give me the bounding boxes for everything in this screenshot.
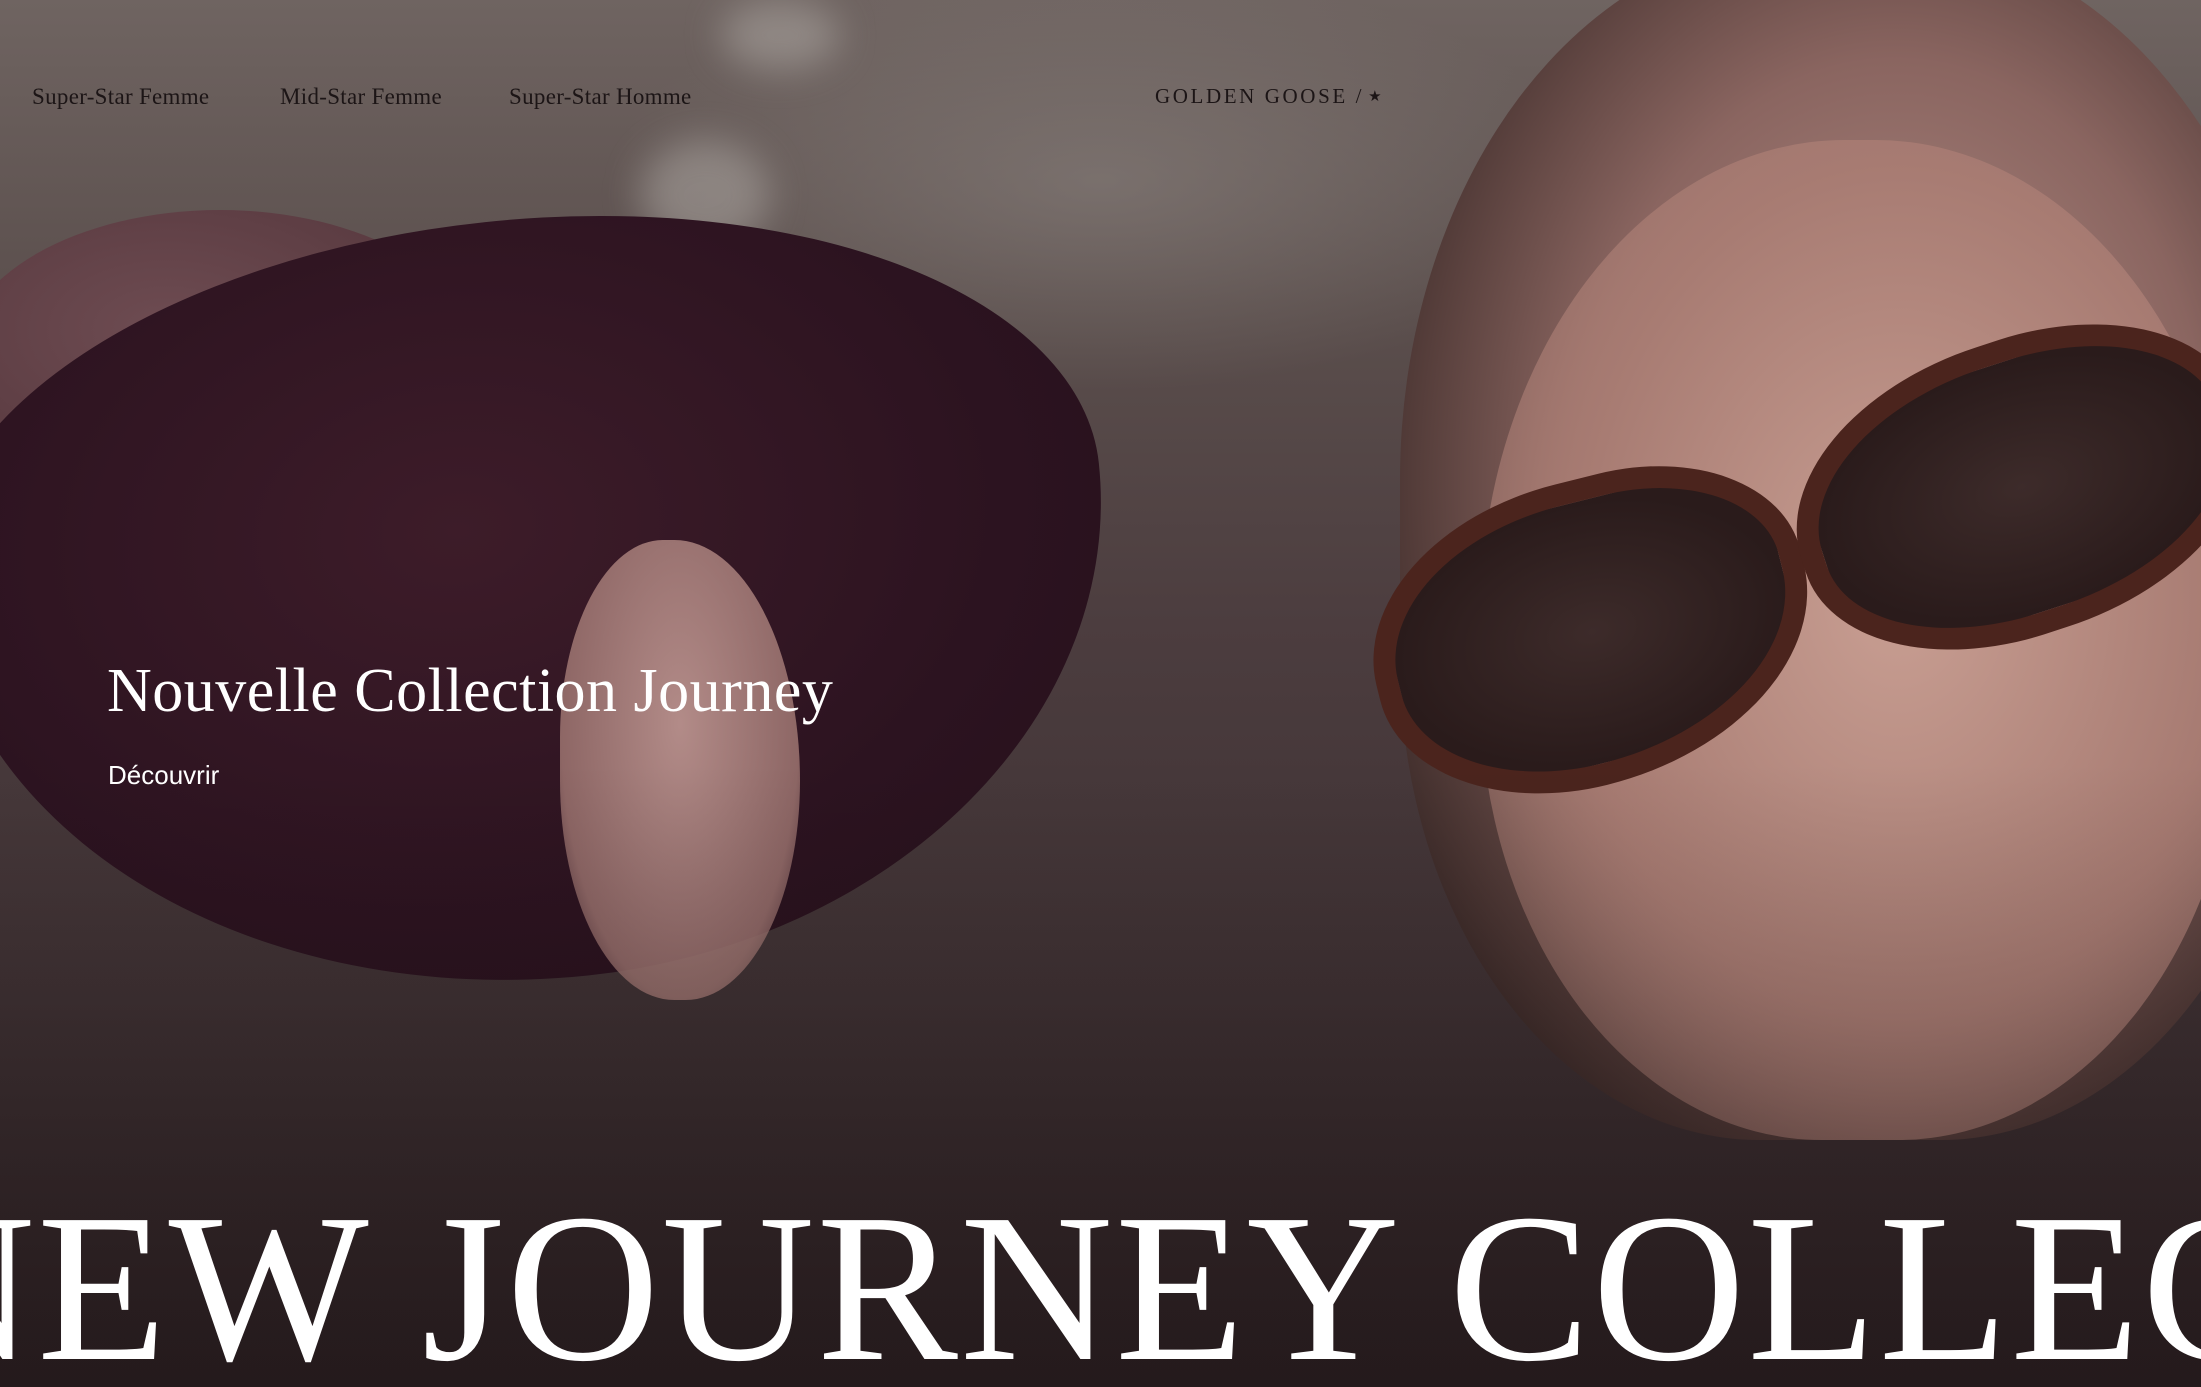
- star-icon: ★: [1368, 89, 1385, 105]
- marquee-text: NEW JOURNEY COLLECTION: [0, 1180, 2201, 1387]
- brand-logo-text: GOLDEN GOOSE /: [1155, 84, 1365, 108]
- brand-logo[interactable]: GOLDEN GOOSE / ★: [1155, 84, 1384, 109]
- hero-page: Super-Star Femme Mid-Star Femme Super-St…: [0, 0, 2201, 1387]
- discover-link[interactable]: Découvrir: [108, 760, 219, 791]
- nav-link-super-star-homme[interactable]: Super-Star Homme: [509, 84, 692, 110]
- nav-link-mid-star-femme[interactable]: Mid-Star Femme: [280, 84, 442, 110]
- hero-title: Nouvelle Collection Journey: [107, 657, 834, 725]
- top-navigation: Super-Star Femme Mid-Star Femme Super-St…: [0, 0, 2201, 140]
- nav-link-super-star-femme[interactable]: Super-Star Femme: [32, 84, 209, 110]
- collection-marquee: NEW JOURNEY COLLECTION: [0, 1180, 2201, 1387]
